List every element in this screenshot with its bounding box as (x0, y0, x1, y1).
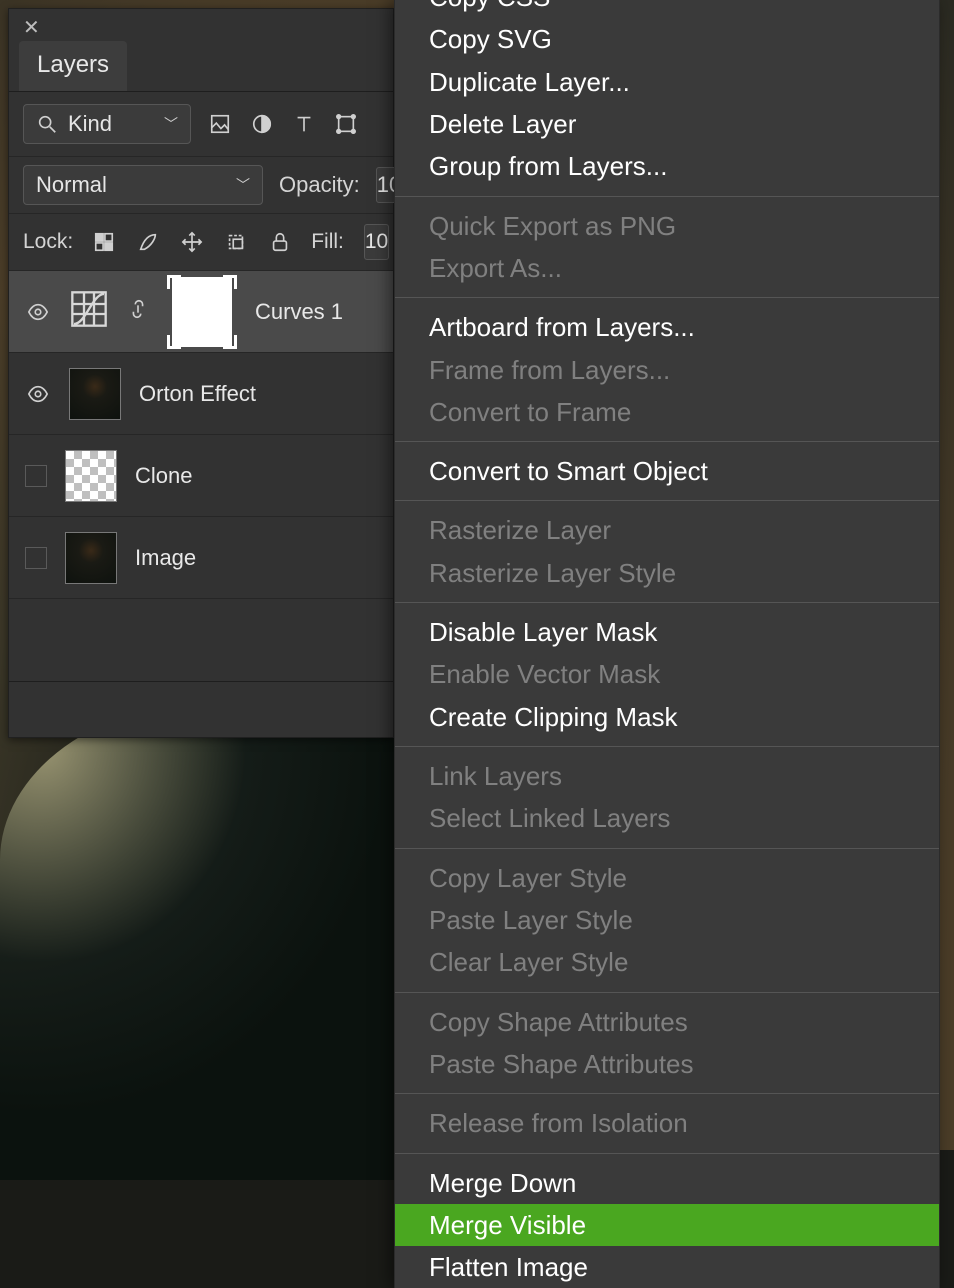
shape-filter-icon[interactable] (335, 113, 357, 135)
panel-titlebar: ✕ (9, 9, 393, 41)
layer-thumb[interactable] (65, 532, 117, 584)
blend-mode-value: Normal (36, 172, 107, 198)
menu-item[interactable]: Create Clipping Mask (395, 696, 939, 738)
filter-toolbar: Kind ﹀ (9, 92, 393, 157)
blend-mode-dropdown[interactable]: Normal ﹀ (23, 165, 263, 205)
fill-label: Fill: (311, 230, 344, 254)
eye-icon[interactable] (27, 301, 49, 323)
menu-item: Enable Vector Mask (395, 653, 939, 695)
lock-transparency-icon[interactable] (93, 231, 115, 253)
lock-position-icon[interactable] (181, 231, 203, 253)
menu-item[interactable]: Merge Visible (395, 1204, 939, 1246)
lock-row: Lock: Fill: 10 (9, 214, 393, 271)
adjustment-filter-icon[interactable] (251, 113, 273, 135)
menu-item: Paste Shape Attributes (395, 1043, 939, 1085)
layer-name: Image (135, 545, 196, 571)
menu-item[interactable]: Copy SVG (395, 18, 939, 60)
layer-row[interactable]: Curves 1 (9, 271, 393, 353)
layer-name: Clone (135, 463, 192, 489)
menu-separator (395, 992, 939, 993)
layer-name: Curves 1 (255, 299, 343, 325)
visibility-toggle[interactable] (25, 465, 47, 487)
menu-item: Rasterize Layer Style (395, 552, 939, 594)
kind-filter-label: Kind (68, 111, 112, 137)
adjustment-thumb (69, 289, 109, 335)
menu-item: Rasterize Layer (395, 509, 939, 551)
menu-item[interactable]: Artboard from Layers... (395, 306, 939, 348)
chevron-down-icon: ﹀ (236, 175, 250, 195)
layer-row[interactable]: Image (9, 517, 393, 599)
layers-panel: ✕ Layers Kind ﹀ Normal ﹀ Opacity: 10 Loc… (8, 8, 394, 738)
fill-value: 10 (365, 230, 388, 254)
layer-context-menu: Copy CSSCopy SVGDuplicate Layer...Delete… (394, 0, 940, 1288)
tab-layers[interactable]: Layers (19, 41, 127, 91)
menu-item: Frame from Layers... (395, 349, 939, 391)
panel-bottom-bar (9, 681, 393, 737)
link-icon (127, 298, 149, 326)
close-icon[interactable]: ✕ (23, 15, 40, 40)
lock-all-icon[interactable] (269, 231, 291, 253)
menu-item: Clear Layer Style (395, 941, 939, 983)
menu-separator (395, 500, 939, 501)
lock-paint-icon[interactable] (137, 231, 159, 253)
menu-separator (395, 746, 939, 747)
layer-row[interactable]: Clone (9, 435, 393, 517)
menu-item: Select Linked Layers (395, 797, 939, 839)
type-filter-icon[interactable] (293, 113, 315, 135)
visibility-toggle[interactable] (25, 547, 47, 569)
layer-row[interactable]: Orton Effect (9, 353, 393, 435)
menu-separator (395, 441, 939, 442)
menu-item[interactable]: Merge Down (395, 1162, 939, 1204)
layer-thumb[interactable] (69, 368, 121, 420)
menu-item: Paste Layer Style (395, 899, 939, 941)
menu-separator (395, 602, 939, 603)
menu-separator (395, 196, 939, 197)
chevron-down-icon: ﹀ (164, 114, 178, 134)
layer-thumb[interactable] (65, 450, 117, 502)
layers-list: Curves 1 Orton Effect Clone Image (9, 271, 393, 599)
menu-item[interactable]: Convert to Smart Object (395, 450, 939, 492)
menu-separator (395, 297, 939, 298)
menu-separator (395, 1093, 939, 1094)
lock-artboard-icon[interactable] (225, 231, 247, 253)
menu-item: Export As... (395, 247, 939, 289)
layer-mask-thumb[interactable] (167, 271, 237, 353)
layer-name: Orton Effect (139, 381, 256, 407)
menu-separator (395, 848, 939, 849)
menu-item[interactable]: Delete Layer (395, 103, 939, 145)
menu-item[interactable]: Flatten Image (395, 1246, 939, 1288)
menu-item[interactable]: Disable Layer Mask (395, 611, 939, 653)
opacity-label: Opacity: (279, 172, 360, 198)
menu-item: Release from Isolation (395, 1102, 939, 1144)
menu-item: Quick Export as PNG (395, 205, 939, 247)
menu-separator (395, 1153, 939, 1154)
panel-tabs: Layers (9, 41, 393, 92)
menu-item: Link Layers (395, 755, 939, 797)
kind-filter-dropdown[interactable]: Kind ﹀ (23, 104, 191, 144)
menu-item: Convert to Frame (395, 391, 939, 433)
lock-label: Lock: (23, 230, 73, 254)
menu-item[interactable]: Group from Layers... (395, 145, 939, 187)
eye-icon[interactable] (27, 383, 49, 405)
menu-item: Copy Shape Attributes (395, 1001, 939, 1043)
menu-item[interactable]: Duplicate Layer... (395, 61, 939, 103)
fill-field[interactable]: 10 (364, 224, 389, 260)
pixel-filter-icon[interactable] (209, 113, 231, 135)
blend-row: Normal ﹀ Opacity: 10 (9, 157, 393, 214)
menu-item[interactable]: Copy CSS (395, 0, 939, 18)
search-icon (36, 113, 58, 135)
menu-item: Copy Layer Style (395, 857, 939, 899)
